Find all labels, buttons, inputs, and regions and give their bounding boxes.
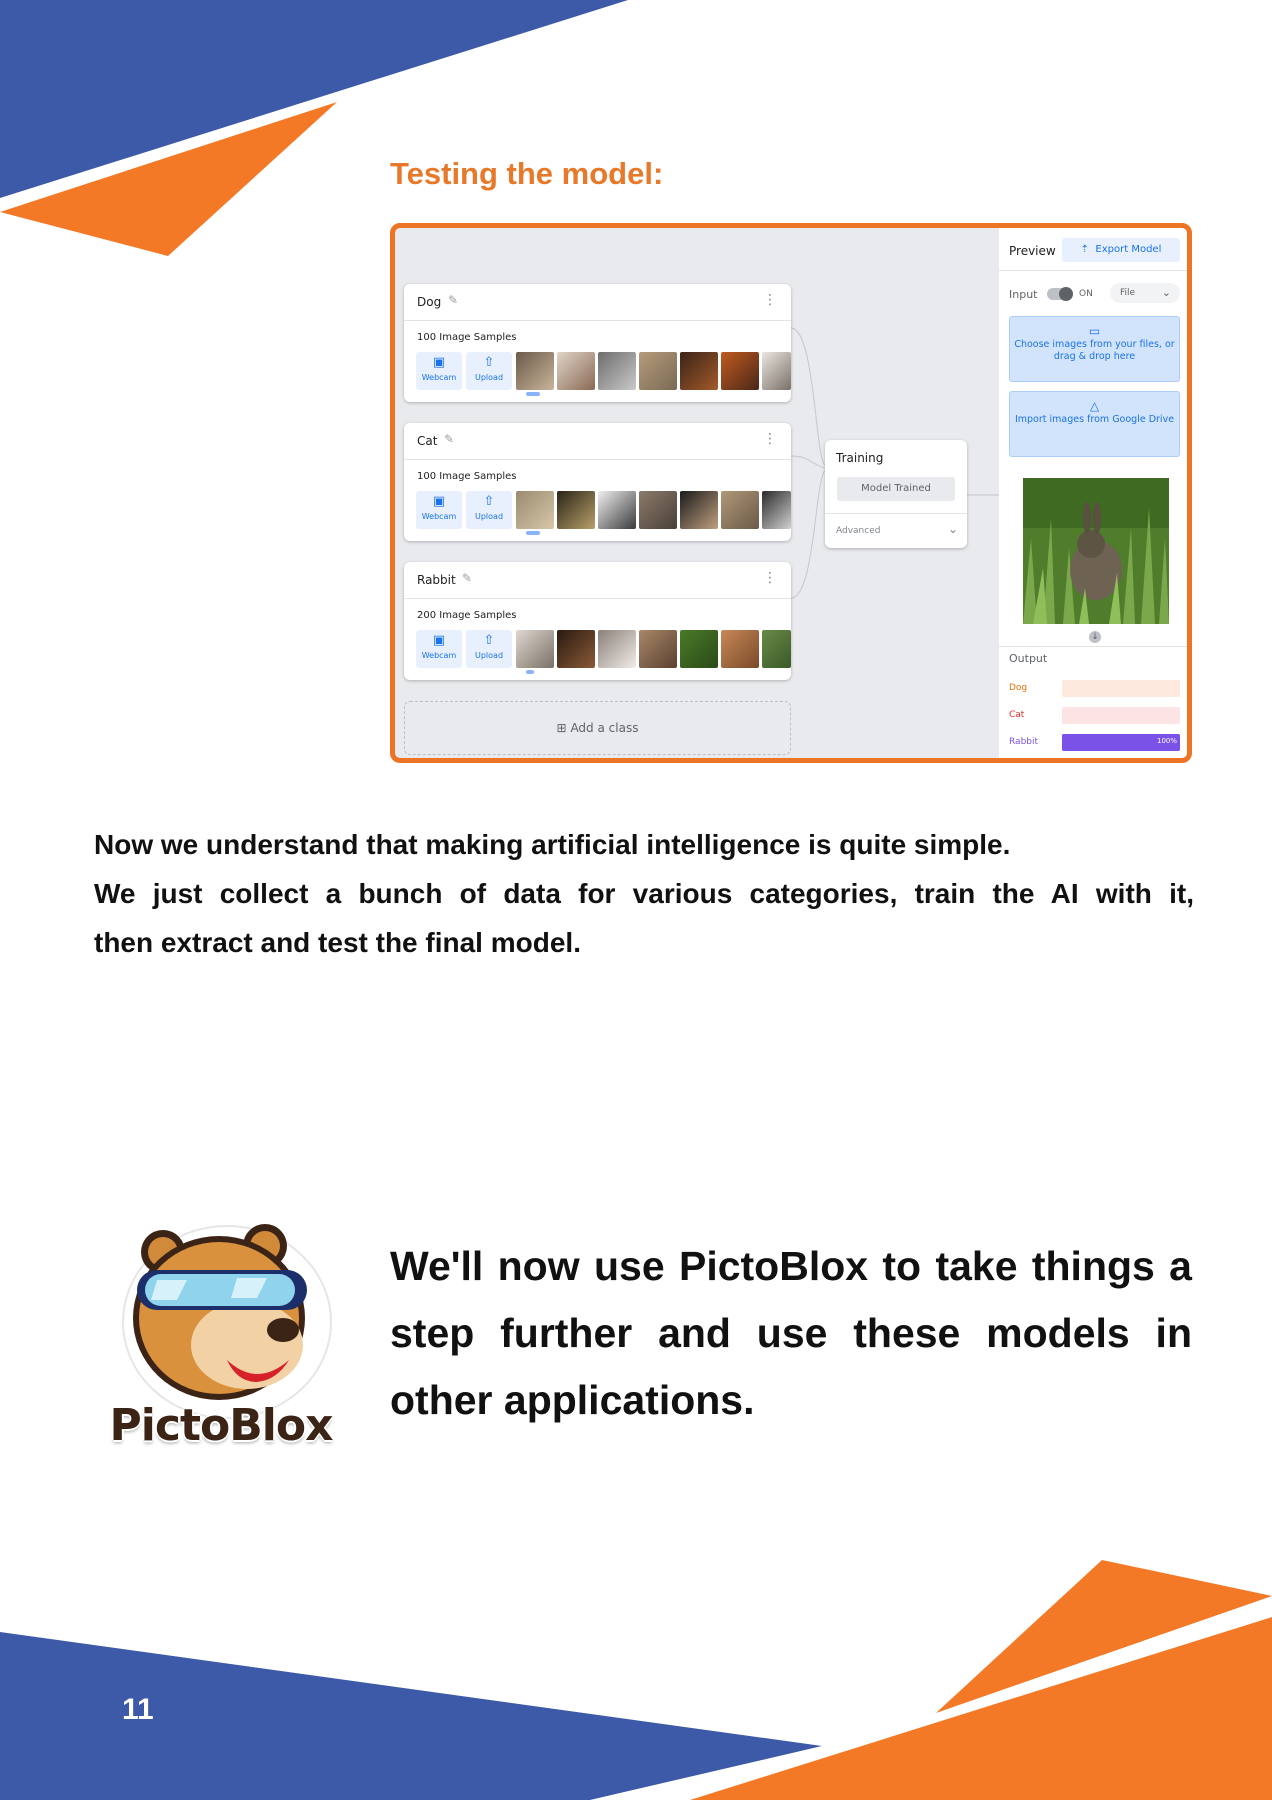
webcam-button[interactable]: ▣ Webcam [416,491,462,529]
upload-button[interactable]: ⇧ Upload [466,630,512,668]
page-number: 11 [122,1693,154,1726]
pictoblox-wordmark: PictoBlox [109,1400,334,1451]
output-bar-rabbit: 100% [1062,734,1180,751]
more-options-icon[interactable]: ⋮ [763,431,777,447]
sample-thumbnail [598,630,636,668]
sample-thumbnail [557,352,595,390]
preview-panel: Preview ⇡ Export Model Input ON File ⌄ ▭ … [999,228,1187,758]
rabbit-preview-image [1023,478,1169,624]
sample-thumbnail [639,491,677,529]
model-trained-button[interactable]: Model Trained [837,477,955,501]
class-card-header: Dog ✎ ⋮ [404,284,791,321]
edit-pencil-icon[interactable]: ✎ [462,571,472,585]
preview-title: Preview [1009,244,1056,258]
sample-thumbnail [680,352,718,390]
sample-thumbnail [516,630,554,668]
class-card-rabbit: Rabbit ✎ ⋮ 200 Image Samples ▣ Webcam ⇧ Up… [404,562,791,680]
chevron-down-icon[interactable]: ⌄ [948,522,958,536]
upload-icon: ⇡ [1080,244,1090,255]
sample-count: 100 Image Samples [417,471,517,482]
webcam-button[interactable]: ▣ Webcam [416,630,462,668]
edit-pencil-icon[interactable]: ✎ [448,293,458,307]
scroll-indicator[interactable] [526,670,534,674]
upload-icon: ⇧ [483,494,495,509]
section-heading: Testing the model: [390,156,664,191]
output-bar-cat [1062,707,1180,724]
add-box-icon: ⊞ [556,721,567,735]
upload-icon: ⇧ [483,633,495,648]
sample-thumbnail [721,630,759,668]
bottom-orange-shape-large [690,1617,1272,1800]
webcam-button[interactable]: ▣ Webcam [416,352,462,390]
sample-count: 200 Image Samples [417,610,517,621]
sample-thumbnail [516,491,554,529]
sample-thumbnail [598,491,636,529]
toggle-state: ON [1079,289,1093,299]
sample-thumbnail [680,491,718,529]
output-label-dog: Dog [1009,683,1028,693]
class-card-header: Rabbit ✎ ⋮ [404,562,791,599]
divider [825,513,967,514]
output-title: Output [1009,652,1048,665]
sample-thumbnail [721,491,759,529]
sample-thumbnail [721,352,759,390]
toggle-knob [1059,287,1073,301]
choose-files-dropzone[interactable]: ▭ Choose images from your files, or drag… [1009,316,1180,382]
paragraph-line: We just collect a bunch of data for vari… [94,878,1194,909]
video-camera-icon: ▣ [432,494,446,509]
model-testing-screenshot: Dog ✎ ⋮ 100 Image Samples ▣ Webcam ⇧ Uploa… [390,223,1192,763]
scroll-indicator[interactable] [526,392,540,396]
video-camera-icon: ▣ [432,633,446,648]
class-name: Dog [417,295,442,309]
import-drive-button[interactable]: △ Import images from Google Drive [1009,391,1180,457]
input-toggle[interactable] [1047,287,1073,301]
paragraph-line: then extract and test the final model. [94,927,581,958]
input-label: Input [1009,288,1038,301]
output-label-rabbit: Rabbit [1009,737,1039,747]
more-options-icon[interactable]: ⋮ [763,292,777,308]
upload-button[interactable]: ⇧ Upload [466,491,512,529]
explanation-paragraph: Now we understand that making artificial… [94,820,1194,967]
sample-thumbnail [639,630,677,668]
class-card-dog: Dog ✎ ⋮ 100 Image Samples ▣ Webcam ⇧ Uploa… [404,284,791,402]
output-label-cat: Cat [1009,710,1025,720]
sample-thumbnail [598,352,636,390]
class-name: Cat [417,434,438,448]
arrow-down-icon[interactable]: ↓ [1089,631,1101,643]
edit-pencil-icon[interactable]: ✎ [444,432,454,446]
export-model-button[interactable]: ⇡ Export Model [1062,238,1180,262]
next-step-paragraph: We'll now use PictoBlox to take things a… [390,1243,1192,1423]
video-camera-icon: ▣ [432,355,446,370]
advanced-toggle[interactable]: Advanced [836,526,880,536]
class-card-cat: Cat ✎ ⋮ 100 Image Samples ▣ Webcam ⇧ Uploa… [404,423,791,541]
sample-thumbnail [557,491,595,529]
class-card-header: Cat ✎ ⋮ [404,423,791,460]
upload-icon: ⇧ [483,355,495,370]
training-panel: Training Model Trained Advanced ⌄ [825,440,967,548]
more-options-icon[interactable]: ⋮ [763,570,777,586]
sample-thumbnail [762,352,791,390]
training-title: Training [836,451,884,465]
add-class-button[interactable]: ⊞ Add a class [404,701,791,755]
divider [999,646,1187,647]
sample-thumbnail [639,352,677,390]
google-drive-icon: △ [1089,399,1100,413]
folder-icon: ▭ [1088,324,1101,338]
upload-button[interactable]: ⇧ Upload [466,352,512,390]
sample-thumbnail [680,630,718,668]
chevron-down-icon: ⌄ [1161,286,1171,299]
class-name: Rabbit [417,573,456,587]
input-source-select[interactable]: File ⌄ [1110,283,1180,303]
paragraph-line: Now we understand that making artificial… [94,829,1011,860]
sample-thumbnail [762,630,791,668]
sample-thumbnail [762,491,791,529]
sample-thumbnail [557,630,595,668]
divider [999,270,1187,271]
scroll-indicator[interactable] [526,531,540,535]
sample-count: 100 Image Samples [417,332,517,343]
output-percent: 100% [1156,737,1177,745]
output-bar-dog [1062,680,1180,697]
sample-thumbnail [516,352,554,390]
